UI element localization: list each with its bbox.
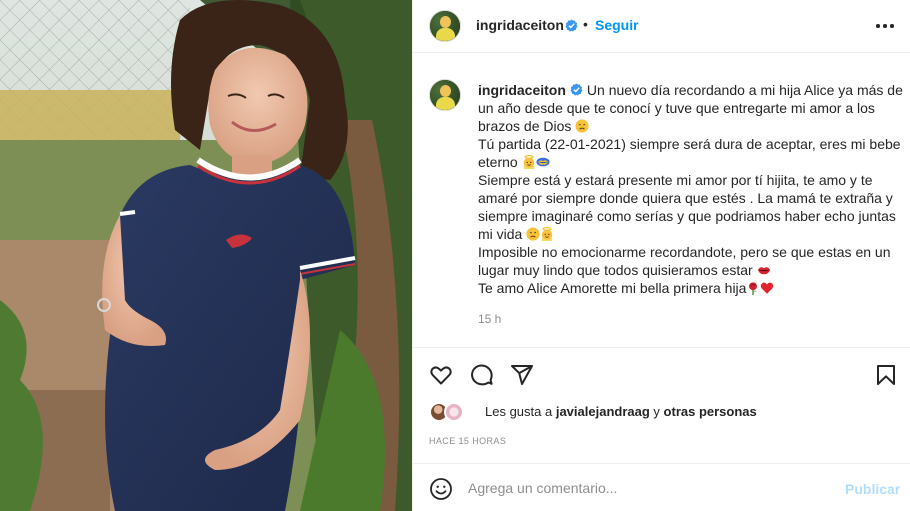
caption-line: Tú partida (22-01-2021) siempre será dur… bbox=[478, 136, 901, 152]
likes-text: Les gusta a javialejandraag y otras pers… bbox=[485, 404, 757, 419]
disappointed-face-icon bbox=[575, 119, 589, 133]
caption-line-text: Un nuevo día recordando a mi hija Alice … bbox=[586, 82, 903, 98]
likes-connector: y bbox=[653, 404, 660, 419]
red-heart-icon bbox=[761, 282, 774, 294]
caption-line: lugar muy lindo que todos quisieramos es… bbox=[478, 261, 900, 279]
comment-icon[interactable] bbox=[470, 363, 494, 387]
action-bar bbox=[413, 347, 910, 401]
liker-username[interactable]: javialejandraag bbox=[556, 404, 650, 419]
header-username[interactable]: ingridaceiton bbox=[476, 17, 564, 33]
baby-angel-icon bbox=[542, 227, 553, 241]
publish-button[interactable]: Publicar bbox=[845, 481, 900, 497]
caption-line: Imposible no emocionarme recordandote, p… bbox=[478, 244, 891, 260]
caption-line: Te amo Alice Amorette mi bella primera h… bbox=[478, 279, 900, 297]
caption-line: brazos de Dios bbox=[478, 117, 900, 135]
verified-badge-icon bbox=[562, 18, 578, 36]
liker-avatar[interactable] bbox=[444, 402, 464, 422]
caption-line: eterno bbox=[478, 153, 900, 171]
post-time[interactable]: 15 h bbox=[478, 312, 501, 326]
likes-row: Les gusta a javialejandraag y otras pers… bbox=[429, 401, 899, 423]
more-horizontal-icon[interactable] bbox=[875, 18, 895, 34]
caption-line-text: lugar muy lindo que todos quisieramos es… bbox=[478, 262, 753, 278]
baby-angel-icon bbox=[523, 155, 534, 169]
caption-line-text: eterno bbox=[478, 154, 518, 170]
instagram-post: ingridaceiton • Seguir ingridaceiton Un n… bbox=[0, 0, 910, 511]
caption-line-text: Te amo Alice Amorette mi bella primera h… bbox=[478, 280, 747, 296]
caption-line: siempre imaginaré como serías y que podr… bbox=[478, 208, 896, 224]
smiley-icon[interactable] bbox=[429, 477, 453, 501]
caption-avatar[interactable] bbox=[429, 79, 461, 111]
separator-dot: • bbox=[583, 16, 588, 32]
comment-input[interactable] bbox=[468, 476, 828, 500]
caption-line-text: brazos de Dios bbox=[478, 118, 572, 134]
caption-line: mi vida bbox=[478, 225, 900, 243]
photo-illustration bbox=[0, 0, 412, 511]
post-photo[interactable] bbox=[0, 0, 412, 511]
rose-icon bbox=[749, 282, 758, 295]
post-details-panel: ingridaceiton • Seguir ingridaceiton Un n… bbox=[412, 0, 910, 511]
caption-line: un año desde que te conocí y tuve que en… bbox=[478, 100, 875, 116]
verified-badge-icon bbox=[570, 83, 583, 96]
follow-button[interactable]: Seguir bbox=[595, 17, 639, 33]
caption-text: ingridaceiton Un nuevo día recordando a m… bbox=[478, 81, 903, 297]
avatar[interactable] bbox=[429, 10, 461, 42]
heart-icon[interactable] bbox=[429, 363, 453, 387]
caption-line: amaré por siempre donde quiera que estés… bbox=[478, 190, 893, 206]
caption-line: ingridaceiton Un nuevo día recordando a m… bbox=[478, 81, 903, 99]
comment-bar: Publicar bbox=[413, 463, 910, 511]
post-timestamp[interactable]: HACE 15 HORAS bbox=[429, 436, 506, 446]
lips-icon bbox=[536, 157, 550, 167]
disappointed-face-icon bbox=[526, 227, 540, 241]
caption-line-text: mi vida bbox=[478, 226, 523, 242]
other-likers-link[interactable]: otras personas bbox=[664, 404, 757, 419]
lips-icon bbox=[757, 267, 770, 275]
bookmark-icon[interactable] bbox=[874, 363, 898, 387]
likes-prefix: Les gusta a bbox=[485, 404, 553, 419]
caption-username[interactable]: ingridaceiton bbox=[478, 82, 566, 98]
paper-plane-icon[interactable] bbox=[510, 363, 534, 387]
post-header: ingridaceiton • Seguir bbox=[413, 0, 910, 53]
caption-line: Siempre está y estará presente mi amor p… bbox=[478, 172, 873, 188]
